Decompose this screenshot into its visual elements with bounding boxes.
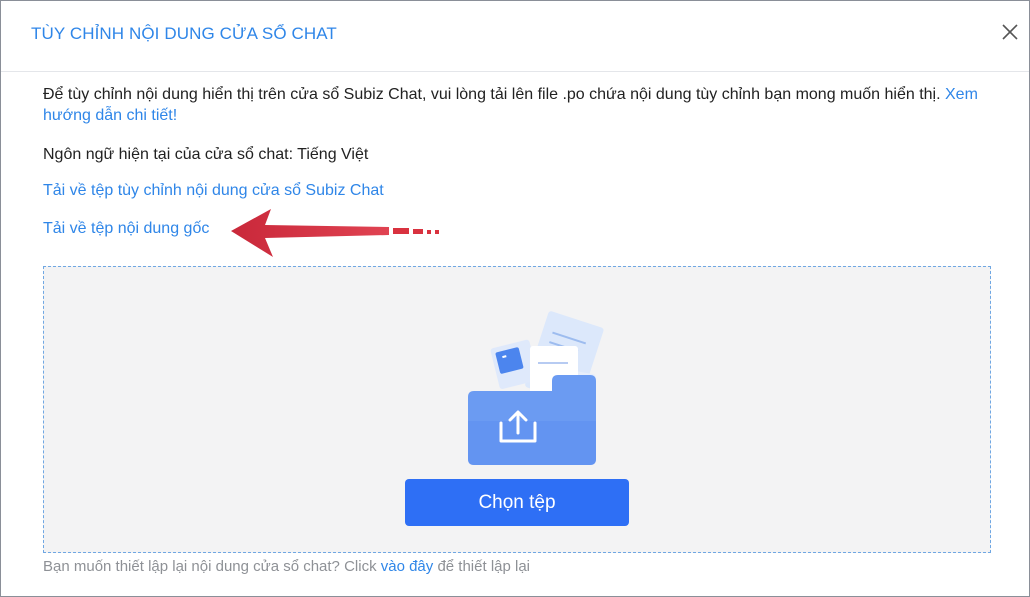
- dialog-title: TÙY CHỈNH NỘI DUNG CỬA SỔ CHAT: [31, 24, 337, 43]
- upload-dropzone[interactable]: Chọn tệp: [43, 266, 991, 553]
- red-arrow-icon: [229, 205, 444, 260]
- folder-upload-icon: [464, 291, 604, 471]
- intro-text: Để tùy chỉnh nội dung hiển thị trên cửa …: [43, 86, 941, 103]
- reset-link[interactable]: vào đây: [381, 558, 434, 575]
- reset-hint: Bạn muốn thiết lập lại nội dung cửa sổ c…: [43, 558, 530, 575]
- dialog-header: TÙY CHỈNH NỘI DUNG CỬA SỔ CHAT: [1, 1, 1029, 72]
- intro-paragraph: Để tùy chỉnh nội dung hiển thị trên cửa …: [43, 84, 993, 126]
- current-language-text: Ngôn ngữ hiện tại của cửa sổ chat: Tiếng…: [43, 146, 369, 163]
- download-custom-file-link[interactable]: Tải về tệp tùy chỉnh nội dung cửa sổ Sub…: [43, 182, 384, 200]
- reset-text-before: Bạn muốn thiết lập lại nội dung cửa sổ c…: [43, 558, 381, 575]
- download-original-file-link[interactable]: Tải về tệp nội dung gốc: [43, 220, 209, 238]
- customize-chat-dialog: TÙY CHỈNH NỘI DUNG CỬA SỔ CHAT Để tùy ch…: [0, 0, 1030, 597]
- reset-text-after: để thiết lập lại: [433, 558, 531, 575]
- close-icon[interactable]: [999, 21, 1021, 43]
- choose-file-button[interactable]: Chọn tệp: [405, 479, 629, 526]
